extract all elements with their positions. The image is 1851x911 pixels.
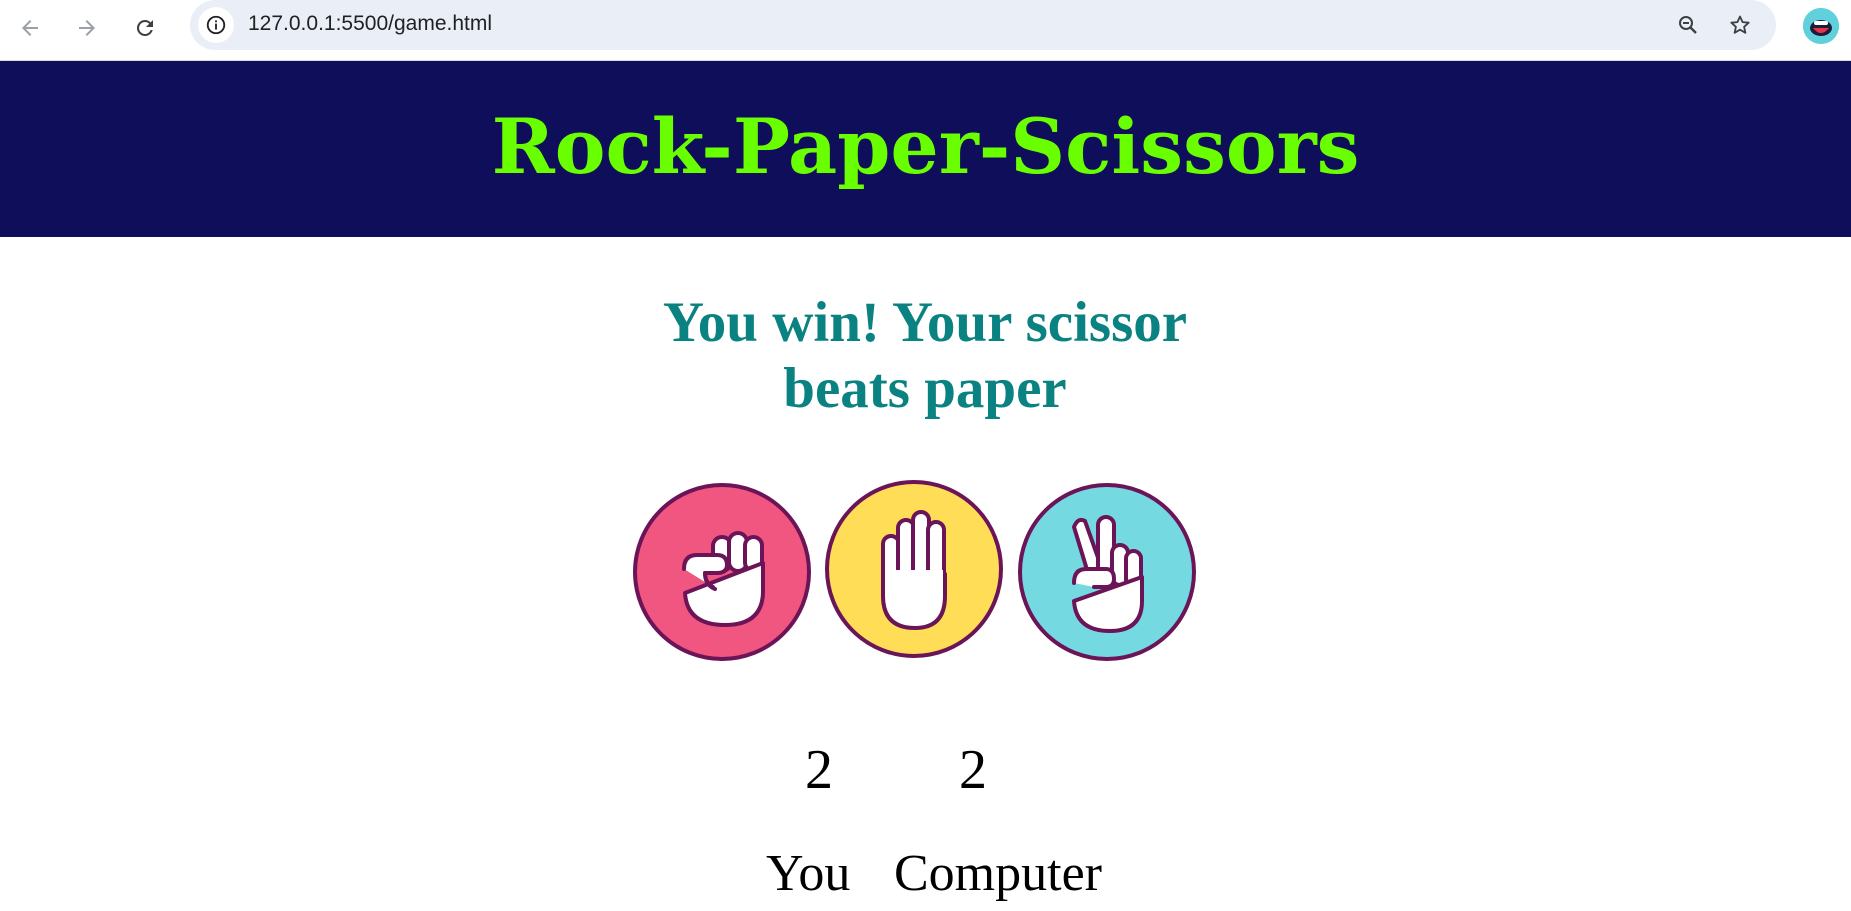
back-button[interactable]: [10, 8, 50, 48]
address-bar[interactable]: 127.0.0.1:5500/game.html: [190, 0, 1776, 50]
forward-button[interactable]: [67, 8, 107, 48]
page-header: Rock-Paper-Scissors: [0, 61, 1851, 237]
user-score: 2: [805, 739, 833, 801]
scissors-button[interactable]: [1018, 483, 1196, 661]
paper-button[interactable]: [825, 480, 1003, 658]
open-hand-icon: [881, 510, 947, 630]
result-line-1: You win! Your scissor: [662, 291, 1188, 354]
fist-icon: [682, 531, 765, 627]
page-title: Rock-Paper-Scissors: [491, 101, 1360, 191]
choices-row: [0, 478, 1851, 662]
site-info-button[interactable]: [198, 7, 234, 43]
user-score-label: You: [766, 845, 851, 902]
arrow-right-icon: [79, 20, 95, 36]
arrow-left-icon: [22, 20, 38, 36]
browser-toolbar: 127.0.0.1:5500/game.html: [0, 0, 1851, 61]
rock-button[interactable]: [633, 483, 811, 661]
info-icon: [206, 15, 226, 35]
computer-score: 2: [959, 739, 987, 801]
result-line-2: beats paper: [783, 357, 1067, 420]
computer-score-label: Computer: [894, 845, 1102, 902]
star-icon: [1730, 15, 1750, 34]
reload-button[interactable]: [125, 8, 165, 48]
zoom-out-icon: [1679, 16, 1697, 34]
result-message: You win! Your scissor beats paper: [600, 290, 1250, 422]
avatar-icon: [1803, 8, 1839, 44]
zoom-button[interactable]: [1672, 9, 1704, 41]
profile-avatar[interactable]: [1803, 8, 1839, 44]
url-text[interactable]: 127.0.0.1:5500/game.html: [248, 12, 492, 36]
peace-hand-icon: [1072, 515, 1144, 633]
bookmark-button[interactable]: [1724, 9, 1756, 41]
reload-icon: [136, 19, 153, 36]
